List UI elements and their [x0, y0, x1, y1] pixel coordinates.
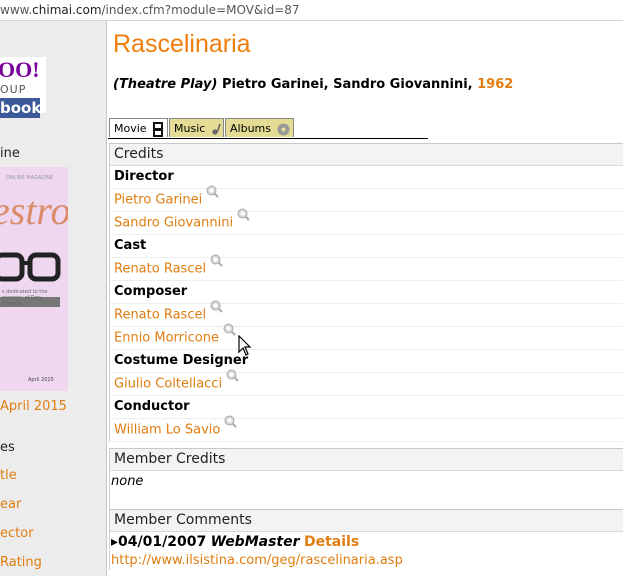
work-year[interactable]: 1962	[477, 77, 513, 92]
credit-person-link[interactable]: William Lo Savio	[114, 423, 220, 438]
sidebar-heading: es	[0, 440, 15, 455]
credits-header: Credits	[110, 143, 623, 166]
magnifier-icon[interactable]	[206, 184, 219, 206]
page-subtitle: (Theatre Play) Pietro Garinei, Sandro Gi…	[113, 77, 513, 92]
comment-url-link[interactable]: http://www.ilsistina.com/geg/rascelinari…	[110, 552, 623, 570]
mouse-cursor-icon	[238, 335, 252, 356]
comment-meta: ▸04/01/2007 WebMaster Details	[110, 532, 623, 552]
member-credits-header: Member Credits	[110, 448, 623, 471]
magnifier-icon[interactable]	[224, 414, 238, 436]
credit-person-link[interactable]: Giulio Coltellacci	[114, 377, 222, 392]
credit-person-row: Sandro Giovannini	[110, 208, 623, 235]
magnifier-icon[interactable]	[210, 299, 223, 321]
tab-bar: Movie Music Albums	[108, 118, 428, 139]
facebook-logo[interactable]: book	[0, 98, 41, 118]
sidebar: OO! OUP book ine ONLINE MAGAZINE estro s…	[0, 21, 107, 576]
credit-person-row: Ennio Morricone	[110, 323, 623, 350]
comment-arrow-icon: ▸	[111, 534, 119, 550]
tab-music[interactable]: Music	[169, 118, 224, 137]
credit-role: Composer	[110, 281, 623, 304]
url-path: /index.cfm?module=MOV&id=87	[101, 3, 300, 17]
magnifier-icon[interactable]	[226, 368, 239, 390]
credit-person-row: Renato Rascel	[110, 300, 623, 327]
credit-role: Costume Designer	[110, 350, 623, 373]
film-icon	[153, 121, 164, 137]
sidebar-online-label: ine	[0, 146, 20, 161]
member-comments-header: Member Comments	[110, 509, 623, 532]
url-host: chimai.com	[32, 3, 102, 17]
credit-person-row: Giulio Coltellacci	[110, 369, 623, 396]
magazine-cover[interactable]: ONLINE MAGAZINE estro s dedicated to the…	[0, 167, 68, 391]
credit-person-row: William Lo Savio	[110, 415, 623, 442]
work-type: (Theatre Play)	[113, 77, 218, 92]
magnifier-icon[interactable]	[223, 322, 236, 344]
magnifier-icon[interactable]	[210, 253, 223, 275]
glasses-image	[0, 252, 61, 282]
comment-date: 04/01/2007	[118, 534, 207, 550]
sidebar-link-rating[interactable]: Rating	[0, 555, 42, 570]
credit-person-link[interactable]: Ennio Morricone	[114, 331, 219, 346]
credit-person-row: Pietro Garinei	[110, 185, 623, 212]
music-note-icon	[212, 123, 221, 135]
comment-details-link[interactable]: Details	[304, 534, 359, 550]
comment-user: WebMaster	[210, 534, 300, 550]
credit-person-link[interactable]: Pietro Garinei	[114, 193, 202, 208]
page-title: Rascelinaria	[113, 30, 251, 58]
credit-role: Director	[110, 166, 623, 189]
credit-person-link[interactable]: Renato Rascel	[114, 262, 206, 277]
magnifier-icon[interactable]	[237, 207, 250, 229]
sidebar-link-director[interactable]: ector	[0, 526, 34, 541]
credit-role: Conductor	[110, 396, 623, 419]
sidebar-link-year[interactable]: ear	[0, 497, 21, 512]
main-content: Rascelinaria (Theatre Play) Pietro Garin…	[108, 21, 623, 576]
work-authors: Pietro Garinei, Sandro Giovannini,	[221, 77, 473, 92]
credits-section: Credits Director Pietro Garinei Sandro Gio…	[109, 143, 623, 442]
address-bar[interactable]: www.chimai.com/index.cfm?module=MOV&id=8…	[0, 0, 623, 21]
credit-person-link[interactable]: Sandro Giovannini	[114, 216, 233, 231]
url-prefix: www.	[0, 3, 33, 17]
disc-icon	[277, 123, 290, 135]
sidebar-link-title[interactable]: tle	[0, 468, 17, 483]
credit-person-link[interactable]: Renato Rascel	[114, 308, 206, 323]
tab-albums[interactable]: Albums	[225, 118, 294, 137]
member-comments-section: Member Comments ▸04/01/2007 WebMaster De…	[109, 509, 623, 570]
credit-person-row: Renato Rascel	[110, 254, 623, 281]
tab-movie[interactable]: Movie	[109, 118, 168, 137]
credit-role: Cast	[110, 235, 623, 258]
sidebar-issue-link[interactable]: April 2015	[0, 399, 67, 414]
